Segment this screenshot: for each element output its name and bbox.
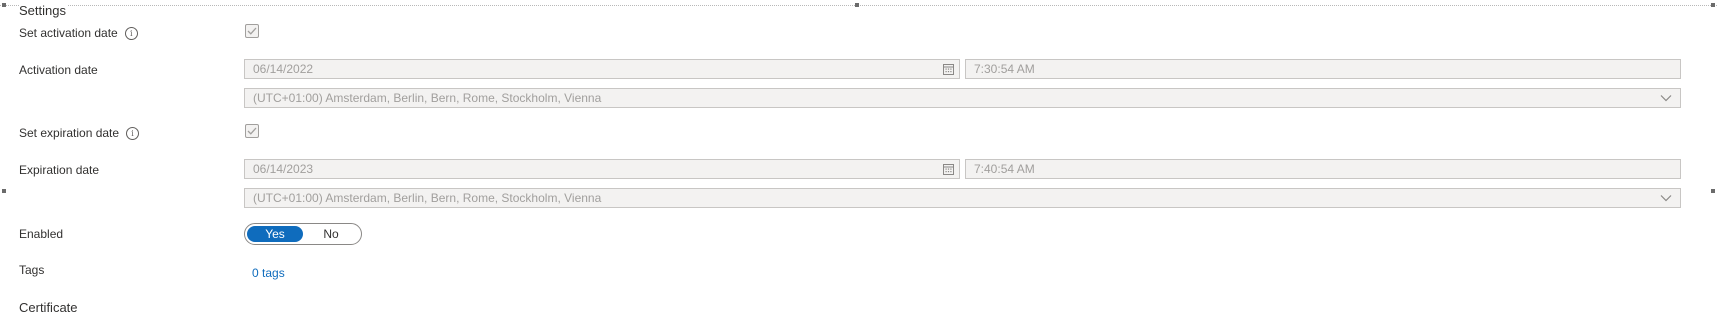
resize-handle-top-right[interactable] [1711, 3, 1715, 7]
tags-link[interactable]: 0 tags [252, 266, 285, 280]
resize-handle-top-left[interactable] [2, 3, 6, 7]
calendar-icon[interactable] [943, 63, 954, 75]
set-expiration-date-label: Set expiration date i [19, 126, 140, 140]
expiration-date-value: 06/14/2023 [253, 162, 314, 176]
expiration-date-label: Expiration date [19, 163, 100, 177]
activation-date-label: Activation date [19, 63, 98, 77]
info-icon[interactable]: i [126, 126, 140, 140]
set-activation-date-label: Set activation date i [19, 26, 138, 40]
set-expiration-date-text: Set expiration date [19, 126, 120, 140]
certificate-section-title: Certificate [19, 300, 78, 315]
resize-handle-right-middle[interactable] [1711, 189, 1715, 193]
activation-timezone-dropdown[interactable]: (UTC+01:00) Amsterdam, Berlin, Bern, Rom… [244, 88, 1681, 108]
expiration-time-input[interactable]: 7:40:54 AM [965, 159, 1681, 179]
set-expiration-date-checkbox[interactable] [245, 124, 259, 138]
expiration-time-value: 7:40:54 AM [974, 162, 1035, 176]
activation-date-input[interactable]: 06/14/2022 [244, 59, 960, 79]
expiration-date-input[interactable]: 06/14/2023 [244, 159, 960, 179]
enabled-no-option[interactable]: No [303, 226, 359, 242]
activation-time-value: 7:30:54 AM [974, 62, 1035, 76]
set-activation-date-checkbox[interactable] [245, 24, 259, 38]
settings-section-title: Settings [19, 3, 68, 18]
set-activation-date-text: Set activation date [19, 26, 118, 40]
expiration-timezone-value: (UTC+01:00) Amsterdam, Berlin, Bern, Rom… [253, 191, 602, 205]
checkmark-icon [247, 127, 257, 135]
chevron-down-icon [1660, 95, 1672, 102]
activation-timezone-value: (UTC+01:00) Amsterdam, Berlin, Bern, Rom… [253, 91, 602, 105]
checkmark-icon [247, 27, 257, 35]
activation-time-input[interactable]: 7:30:54 AM [965, 59, 1681, 79]
resize-handle-top-center[interactable] [855, 3, 859, 7]
enabled-toggle[interactable]: Yes No [244, 223, 362, 245]
info-icon[interactable]: i [124, 26, 138, 40]
resize-handle-left-middle[interactable] [2, 189, 6, 193]
tags-label: Tags [19, 263, 45, 277]
enabled-yes-option[interactable]: Yes [247, 226, 303, 242]
calendar-icon[interactable] [943, 163, 954, 175]
chevron-down-icon [1660, 195, 1672, 202]
expiration-timezone-dropdown[interactable]: (UTC+01:00) Amsterdam, Berlin, Bern, Rom… [244, 188, 1681, 208]
enabled-label: Enabled [19, 227, 64, 241]
activation-date-value: 06/14/2022 [253, 62, 314, 76]
